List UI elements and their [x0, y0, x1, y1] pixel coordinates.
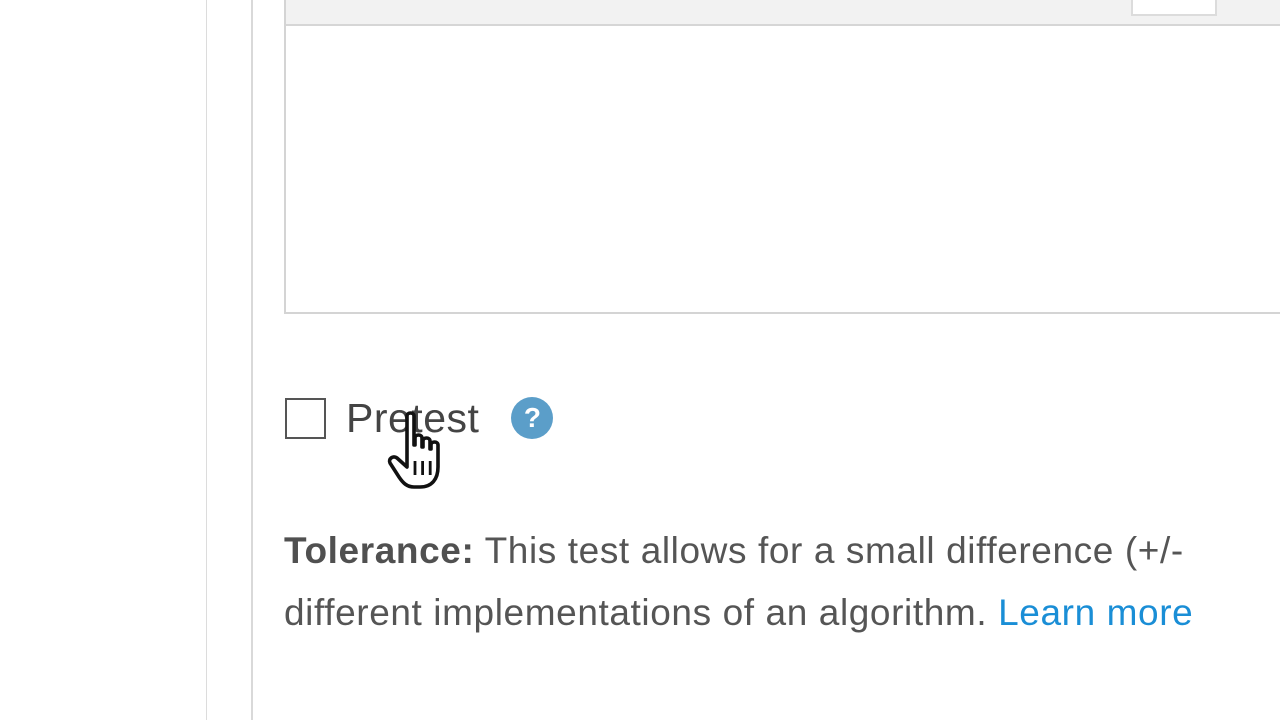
page: Pretest ? Tolerance: This test allows fo… — [0, 0, 1280, 720]
pretest-option: Pretest ? — [285, 392, 554, 444]
tolerance-line-1: Tolerance: This test allows for a small … — [284, 520, 1280, 582]
tolerance-text-2: different implementations of an algorith… — [284, 592, 988, 633]
pretest-label[interactable]: Pretest — [346, 395, 479, 442]
code-editor[interactable] — [284, 0, 1280, 314]
editor-text-area[interactable] — [286, 26, 1280, 312]
tolerance-description: Tolerance: This test allows for a small … — [284, 520, 1280, 644]
content-divider — [251, 0, 253, 720]
tolerance-line-2: different implementations of an algorith… — [284, 582, 1280, 644]
editor-toolbar — [286, 0, 1280, 26]
question-mark-icon[interactable]: ? — [511, 397, 554, 439]
sidebar-divider — [206, 0, 207, 720]
tolerance-text-1: This test allows for a small difference … — [484, 530, 1184, 571]
pretest-checkbox[interactable] — [285, 397, 326, 439]
toolbar-button[interactable] — [1131, 0, 1217, 16]
learn-more-link[interactable]: Learn more — [998, 592, 1193, 633]
tolerance-heading: Tolerance: — [284, 530, 475, 571]
